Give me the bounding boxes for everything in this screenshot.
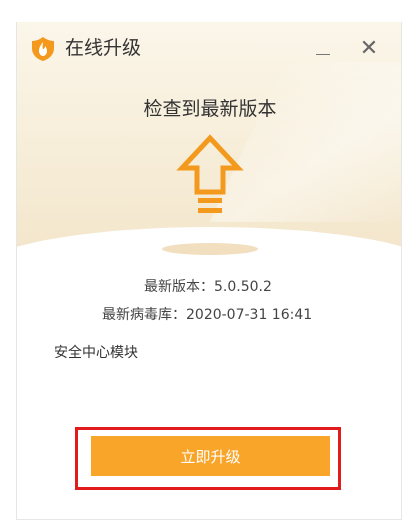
latest-version-label: 最新版本： [144, 279, 214, 295]
update-found-heading: 检查到最新版本 [143, 98, 277, 120]
title-bar[interactable]: 在线升级 ✕ [17, 22, 401, 74]
minimize-icon [316, 53, 330, 55]
close-icon: ✕ [359, 35, 379, 61]
latest-version-value: 5.0.50.2 [214, 279, 272, 295]
upgrade-now-button[interactable]: 立即升级 [91, 436, 330, 476]
minimize-button[interactable] [309, 34, 337, 62]
arrow-shadow [162, 243, 258, 255]
shield-flame-logo-icon [32, 37, 54, 61]
hero-bottom-curve [17, 227, 401, 317]
virus-db-label: 最新病毒库： [102, 307, 186, 323]
latest-version-row: 最新版本：5.0.50.2 [17, 278, 401, 296]
update-dialog: 在线升级 ✕ 检查到最新版本 最新版本：5.0.50.2 最新病毒库：2020-… [16, 22, 402, 520]
screen: 在线升级 ✕ 检查到最新版本 最新版本：5.0.50.2 最新病毒库：2020-… [0, 0, 414, 527]
module-name: 安全中心模块 [54, 345, 138, 361]
virus-db-value: 2020-07-31 16:41 [186, 307, 313, 323]
close-button[interactable]: ✕ [355, 34, 383, 62]
virus-db-row: 最新病毒库：2020-07-31 16:41 [17, 306, 401, 324]
upgrade-arrow-icon [175, 132, 245, 232]
window-title: 在线升级 [65, 37, 142, 59]
